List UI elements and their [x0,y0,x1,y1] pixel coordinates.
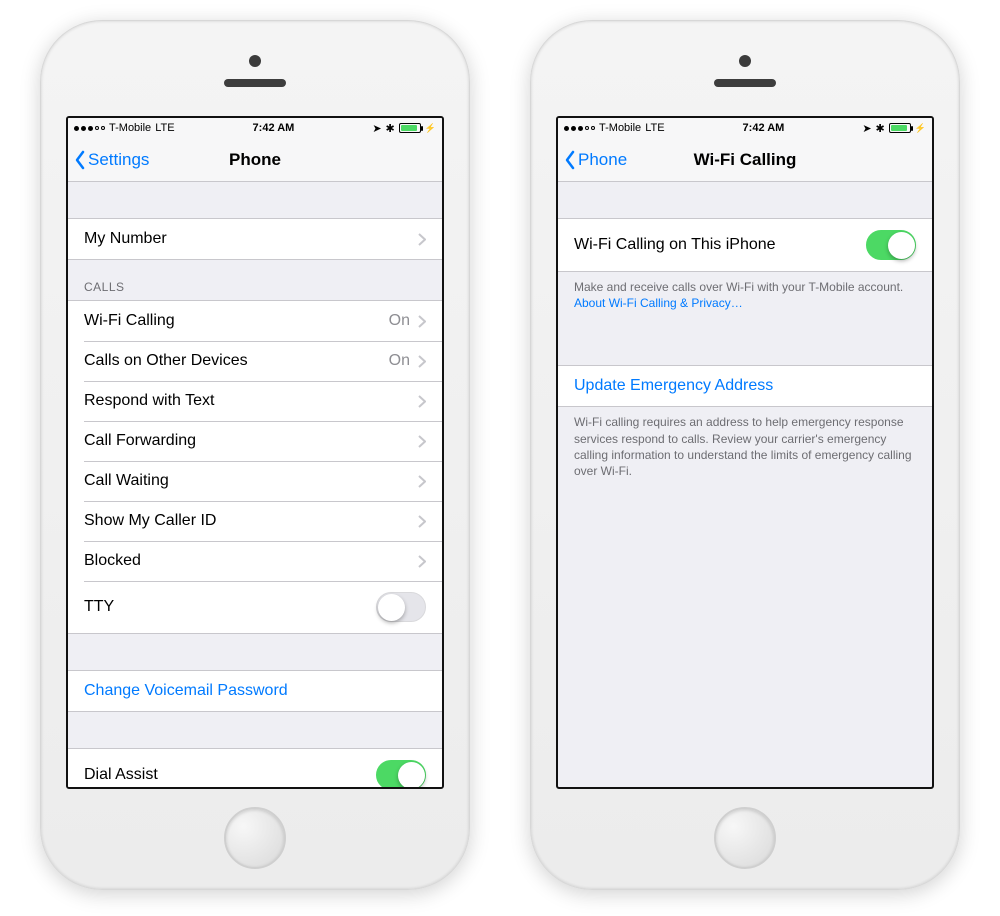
cell-label: Dial Assist [84,766,158,784]
cell-label: TTY [84,598,114,616]
chevron-right-icon [418,555,426,568]
wifi-calling-toggle-row: Wi-Fi Calling on This iPhone [558,219,932,271]
page-title: Wi-Fi Calling [694,150,797,170]
nav-bar: Settings Phone [68,138,442,182]
change-voicemail-password-row[interactable]: Change Voicemail Password [68,671,442,711]
location-icon: ➤ [862,122,871,135]
bluetooth-icon: ✱ [876,122,885,135]
chevron-right-icon [418,475,426,488]
cell-label: Change Voicemail Password [84,682,288,700]
cell-label: Calls on Other Devices [84,352,248,370]
cell-label: Show My Caller ID [84,512,216,530]
update-emergency-address-row[interactable]: Update Emergency Address [558,366,932,406]
wifi-calling-toggle[interactable] [866,230,916,260]
home-button[interactable] [714,807,776,869]
location-icon: ➤ [372,122,381,135]
chevron-left-icon [74,150,86,170]
cell-label: Blocked [84,552,141,570]
nav-bar: Phone Wi-Fi Calling [558,138,932,182]
back-button[interactable]: Settings [74,138,149,181]
cell-detail: On [389,312,410,330]
iphone-mockup-left: T-Mobile LTE 7:42 AM ➤ ✱ ⚡ Settings Phon… [40,20,470,890]
screen-phone-settings: T-Mobile LTE 7:42 AM ➤ ✱ ⚡ Settings Phon… [66,116,444,789]
clock: 7:42 AM [253,122,295,134]
network-label: LTE [155,122,174,134]
tty-row: TTY [68,581,442,633]
wifi-calling-privacy-link[interactable]: About Wi-Fi Calling & Privacy… [574,296,743,310]
bluetooth-icon: ✱ [386,122,395,135]
charging-icon: ⚡ [915,123,926,134]
dial-assist-row: Dial Assist [68,749,442,787]
chevron-right-icon [418,233,426,246]
calls-on-other-devices-row[interactable]: Calls on Other Devices On [68,341,442,381]
iphone-mockup-right: T-Mobile LTE 7:42 AM ➤ ✱ ⚡ Phone Wi-Fi C… [530,20,960,890]
clock: 7:42 AM [743,122,785,134]
tty-toggle[interactable] [376,592,426,622]
battery-icon [889,123,911,133]
chevron-right-icon [418,435,426,448]
network-label: LTE [645,122,664,134]
cell-label: Respond with Text [84,392,214,410]
back-label: Settings [88,150,149,170]
show-caller-id-row[interactable]: Show My Caller ID [68,501,442,541]
chevron-right-icon [418,395,426,408]
screen-wifi-calling: T-Mobile LTE 7:42 AM ➤ ✱ ⚡ Phone Wi-Fi C… [556,116,934,789]
cell-label: Call Waiting [84,472,169,490]
battery-icon [399,123,421,133]
home-button[interactable] [224,807,286,869]
back-label: Phone [578,150,627,170]
chevron-right-icon [418,515,426,528]
call-forwarding-row[interactable]: Call Forwarding [68,421,442,461]
status-bar: T-Mobile LTE 7:42 AM ➤ ✱ ⚡ [558,118,932,138]
back-button[interactable]: Phone [564,138,627,181]
blocked-row[interactable]: Blocked [68,541,442,581]
status-bar: T-Mobile LTE 7:42 AM ➤ ✱ ⚡ [68,118,442,138]
page-title: Phone [229,150,281,170]
cell-label: My Number [84,230,167,248]
signal-strength-icon [564,126,595,131]
wifi-calling-footer: Make and receive calls over Wi-Fi with y… [558,272,932,311]
call-waiting-row[interactable]: Call Waiting [68,461,442,501]
my-number-row[interactable]: My Number [68,219,442,259]
emergency-address-footer: Wi-Fi calling requires an address to hel… [558,407,932,479]
charging-icon: ⚡ [425,123,436,134]
cell-detail: On [389,352,410,370]
signal-strength-icon [74,126,105,131]
respond-with-text-row[interactable]: Respond with Text [68,381,442,421]
calls-section-header: CALLS [68,260,442,300]
cell-label: Call Forwarding [84,432,196,450]
carrier-label: T-Mobile [599,122,641,134]
cell-label: Wi-Fi Calling [84,312,175,330]
cell-label: Wi-Fi Calling on This iPhone [574,236,776,254]
chevron-right-icon [418,315,426,328]
dial-assist-toggle[interactable] [376,760,426,787]
chevron-right-icon [418,355,426,368]
chevron-left-icon [564,150,576,170]
cell-label: Update Emergency Address [574,377,773,395]
carrier-label: T-Mobile [109,122,151,134]
wifi-calling-row[interactable]: Wi-Fi Calling On [68,301,442,341]
